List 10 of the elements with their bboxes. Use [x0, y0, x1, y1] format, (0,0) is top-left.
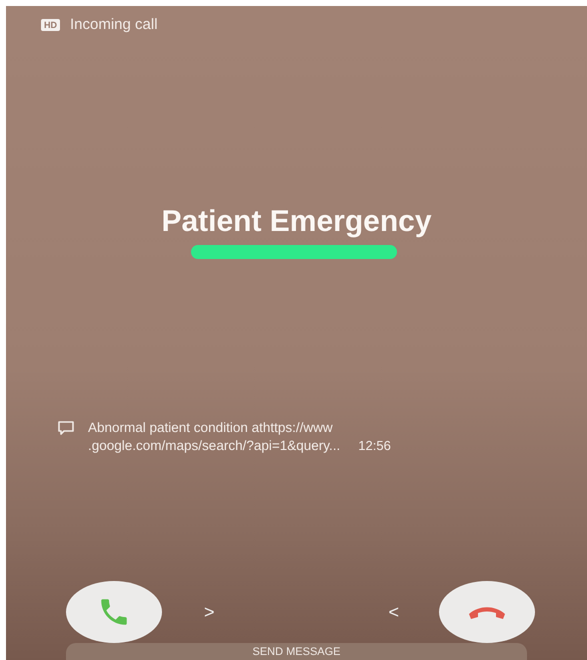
message-text: Abnormal patient condition athttps://www [88, 419, 334, 437]
message-text: .google.com/maps/search/?api=1&query... [88, 437, 340, 455]
call-status: Incoming call [70, 16, 158, 33]
message-time: 12:56 [358, 437, 391, 455]
hd-badge: HD [41, 18, 60, 30]
send-message-button[interactable]: SEND MESSAGE [66, 643, 527, 660]
swipe-hint: > [204, 602, 215, 622]
caller-name: Patient Emergency [161, 205, 432, 239]
message-icon [58, 421, 74, 435]
swipe-hint: < [388, 602, 399, 622]
